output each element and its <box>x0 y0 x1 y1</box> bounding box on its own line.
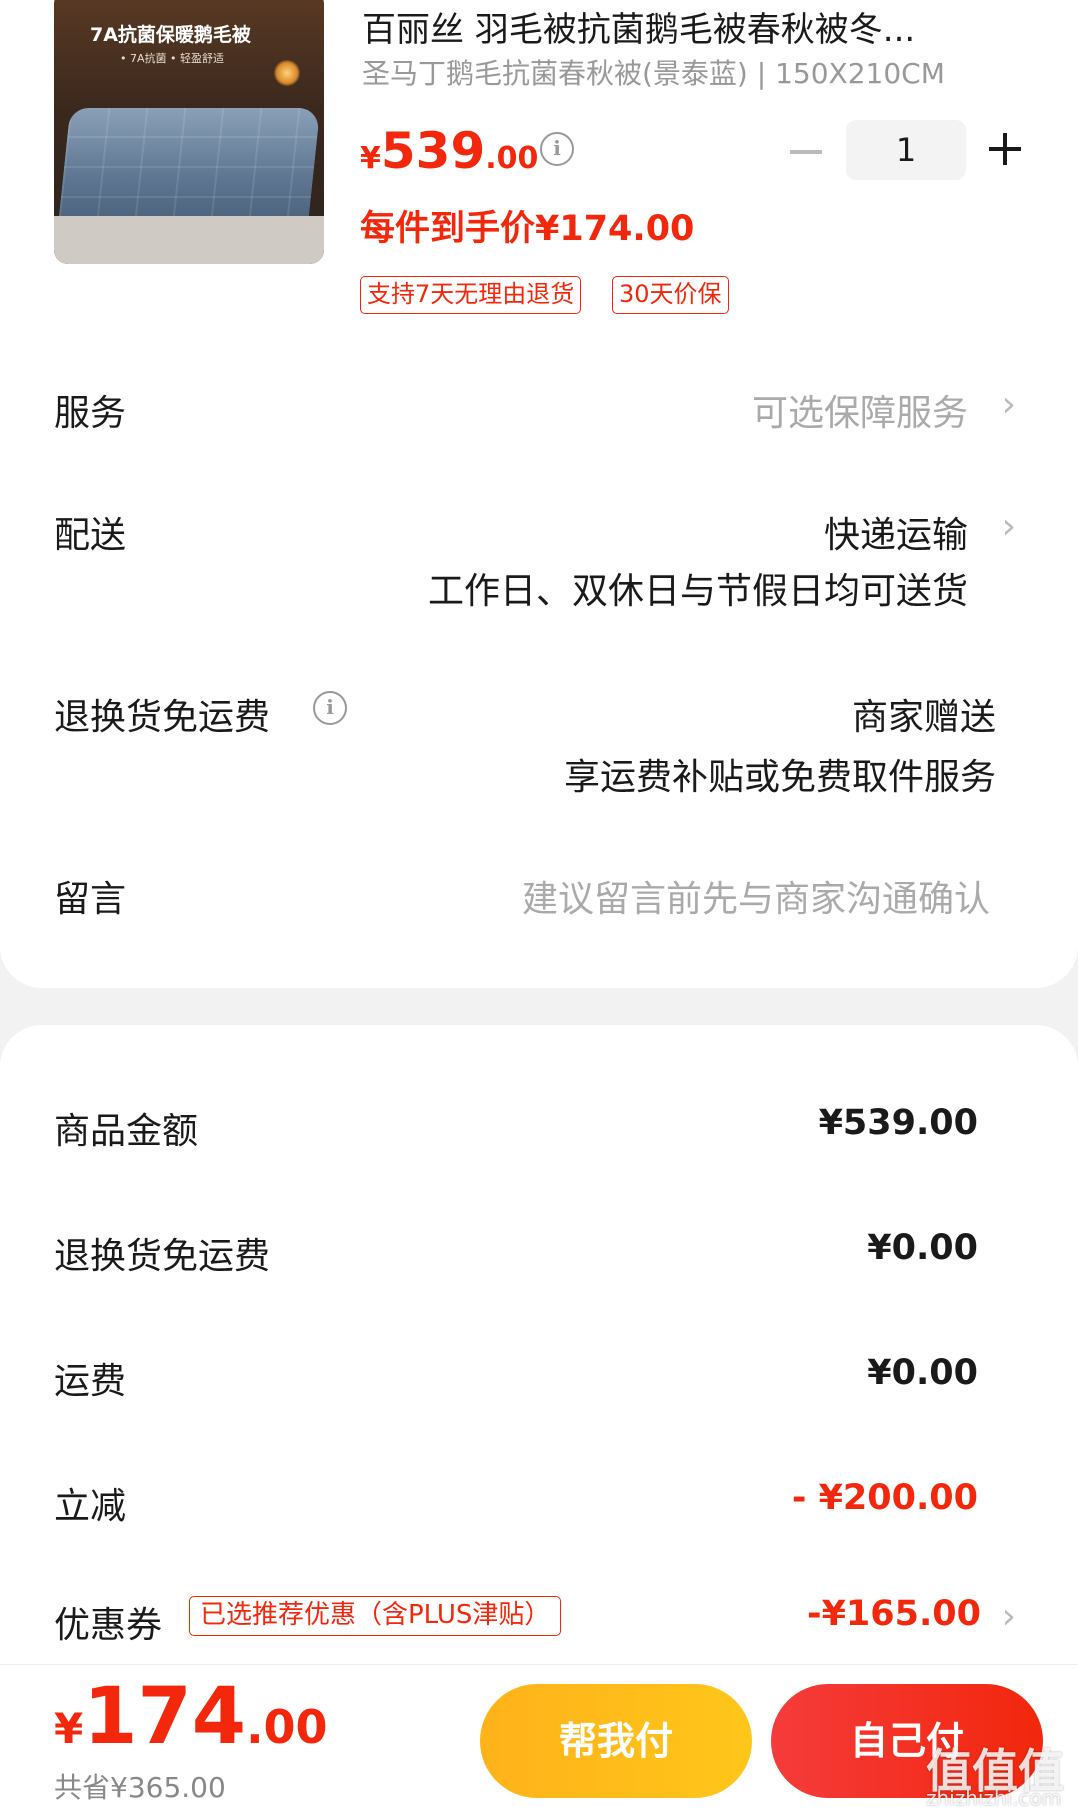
instant-discount-label: 立减 <box>54 1486 127 1527</box>
total-symbol: ¥ <box>54 1704 84 1753</box>
per-item-price: 每件到手价¥174.00 <box>360 209 695 249</box>
coupon-label: 优惠券 <box>54 1605 163 1646</box>
shipping-fee-value: ¥0.00 <box>867 1353 978 1393</box>
watermark-url: zhizhizhi.com <box>926 1786 1062 1810</box>
service-chevron-icon[interactable]: › <box>1002 384 1016 425</box>
product-title[interactable]: 百丽丝 羽毛被抗菌鹅毛被春秋被冬... <box>362 2 915 51</box>
delivery-chevron-icon[interactable]: › <box>1002 506 1016 547</box>
quantity-increase-button[interactable] <box>989 133 1021 165</box>
return-shipping-note: 享运费补贴或免费取件服务 <box>563 757 996 798</box>
price-info-icon[interactable]: i <box>540 132 574 166</box>
help-me-pay-button[interactable]: 帮我付 <box>480 1684 752 1798</box>
product-price: ¥539.00 <box>360 122 538 180</box>
saved-amount: 共省¥365.00 <box>54 1771 226 1804</box>
bed-graphic <box>54 216 324 264</box>
delivery-note: 工作日、双休日与节假日均可送货 <box>427 571 968 612</box>
product-spec[interactable]: 圣马丁鹅毛抗菌春秋被(景泰蓝) | 150X210CM <box>362 52 945 92</box>
lamp-graphic <box>274 60 300 86</box>
message-input[interactable]: 建议留言前先与商家沟通确认 <box>522 870 990 922</box>
message-label: 留言 <box>54 879 127 920</box>
service-value[interactable]: 可选保障服务 <box>752 384 968 436</box>
quantity-input[interactable]: 1 <box>846 120 966 180</box>
coupon-tag[interactable]: 已选推荐优惠（含PLUS津贴） <box>189 1596 562 1636</box>
total-decimal: .00 <box>246 1700 328 1754</box>
shipping-fee-label: 运费 <box>54 1361 127 1402</box>
coupon-chevron-icon[interactable]: › <box>1002 1596 1016 1637</box>
return-shipping-value: 商家赠送 <box>851 697 996 738</box>
total-integer: 174 <box>83 1672 247 1762</box>
return-fee-value: ¥0.00 <box>867 1228 978 1268</box>
product-image[interactable]: 7A抗菌保暖鹅毛被 • 7A抗菌 • 轻盈舒适 <box>54 0 324 264</box>
price-symbol: ¥ <box>360 141 381 176</box>
return-shipping-label: 退换货免运费 <box>54 697 271 738</box>
goods-amount-label: 商品金额 <box>54 1111 199 1152</box>
total-price: ¥174.00 <box>54 1672 328 1762</box>
price-protect-tag: 30天价保 <box>612 276 729 314</box>
image-subline: • 7A抗菌 • 轻盈舒适 <box>120 52 224 65</box>
price-integer: 539 <box>380 122 486 180</box>
return-info-icon[interactable]: i <box>313 691 347 725</box>
quantity-decrease-button[interactable] <box>790 150 822 154</box>
price-decimal: .00 <box>485 141 539 176</box>
delivery-label: 配送 <box>54 515 127 556</box>
return-policy-tag: 支持7天无理由退货 <box>360 276 582 314</box>
service-label: 服务 <box>54 393 127 434</box>
quilt-graphic <box>57 108 321 228</box>
goods-amount-value: ¥539.00 <box>818 1103 978 1143</box>
delivery-value[interactable]: 快递运输 <box>824 506 968 558</box>
instant-discount-value: - ¥200.00 <box>791 1478 978 1518</box>
return-fee-label: 退换货免运费 <box>54 1236 271 1277</box>
coupon-value[interactable]: -¥165.00 <box>807 1594 981 1634</box>
image-headline: 7A抗菌保暖鹅毛被 <box>90 24 251 46</box>
